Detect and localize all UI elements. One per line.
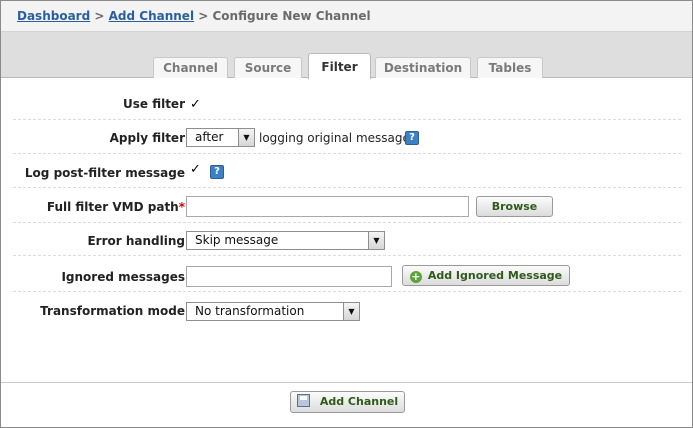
error-handling-value: Skip message [195, 233, 279, 247]
floppy-disk-icon [296, 394, 310, 407]
use-filter-checkbox[interactable]: ✓ [189, 98, 202, 111]
apply-filter-select[interactable]: after ▼ [186, 128, 255, 147]
form-row-transformation-mode: Transformation mode No transformation ▼ [13, 292, 681, 326]
ignored-messages-label: Ignored messages [61, 270, 185, 284]
add-channel-label: Add Channel [319, 395, 399, 408]
transformation-mode-label: Transformation mode [40, 304, 185, 318]
form-row-apply-filter: Apply filter after ▼ logging original me… [13, 120, 681, 154]
breadcrumb: Dashboard > Add Channel > Configure New … [1, 1, 692, 32]
form-row-ignored-messages: Ignored messages + Add Ignored Message [13, 256, 681, 292]
form-row-error-handling: Error handling Skip message ▼ [13, 223, 681, 256]
tab-source[interactable]: Source [234, 57, 302, 78]
tab-channel[interactable]: Channel [153, 57, 228, 78]
error-handling-label: Error handling [87, 234, 185, 248]
breadcrumb-current: Configure New Channel [212, 9, 371, 23]
log-post-filter-checkbox[interactable]: ✓ [189, 163, 202, 176]
apply-filter-suffix: logging original message [259, 131, 410, 145]
apply-filter-value: after [195, 130, 224, 144]
form-row-vmd-path: Full filter VMD path* Browse [13, 188, 681, 223]
vmd-path-input[interactable] [186, 196, 469, 217]
footer-bar: Add Channel [1, 382, 692, 427]
vmd-path-label-text: Full filter VMD path [46, 200, 179, 214]
required-mark: * [178, 200, 185, 214]
add-channel-button[interactable]: Add Channel [290, 391, 405, 413]
tab-destination[interactable]: Destination [375, 57, 471, 78]
log-post-filter-label: Log post-filter message [24, 166, 185, 180]
ignored-messages-input[interactable] [186, 266, 392, 287]
help-icon[interactable]: ? [210, 165, 224, 179]
tab-tables[interactable]: Tables [477, 57, 543, 78]
breadcrumb-add-channel-link[interactable]: Add Channel [109, 9, 194, 23]
browse-button[interactable]: Browse [476, 196, 553, 217]
configure-channel-window: Dashboard > Add Channel > Configure New … [0, 0, 693, 428]
chevron-down-icon: ▼ [238, 129, 254, 146]
add-ignored-message-button[interactable]: + Add Ignored Message [402, 265, 570, 286]
vmd-path-label: Full filter VMD path* [47, 200, 185, 214]
form-row-log-post-filter: Log post-filter message ✓ ? [13, 154, 681, 188]
plus-icon: + [409, 270, 422, 283]
apply-filter-label: Apply filter [109, 131, 185, 145]
form-row-use-filter: Use filter ✓ [13, 79, 681, 120]
breadcrumb-separator: > [198, 9, 209, 23]
transformation-mode-value: No transformation [195, 304, 305, 318]
breadcrumb-dashboard-link[interactable]: Dashboard [17, 9, 90, 23]
help-icon[interactable]: ? [405, 131, 419, 145]
tab-filter[interactable]: Filter [308, 53, 371, 79]
use-filter-label: Use filter [122, 97, 185, 111]
tab-bar: Channel Source Filter Destination Tables [1, 32, 692, 79]
add-ignored-message-label: Add Ignored Message [427, 269, 563, 282]
chevron-down-icon: ▼ [368, 232, 384, 249]
breadcrumb-separator: > [94, 9, 105, 23]
transformation-mode-select[interactable]: No transformation ▼ [186, 302, 360, 321]
chevron-down-icon: ▼ [343, 303, 359, 320]
error-handling-select[interactable]: Skip message ▼ [186, 231, 385, 250]
